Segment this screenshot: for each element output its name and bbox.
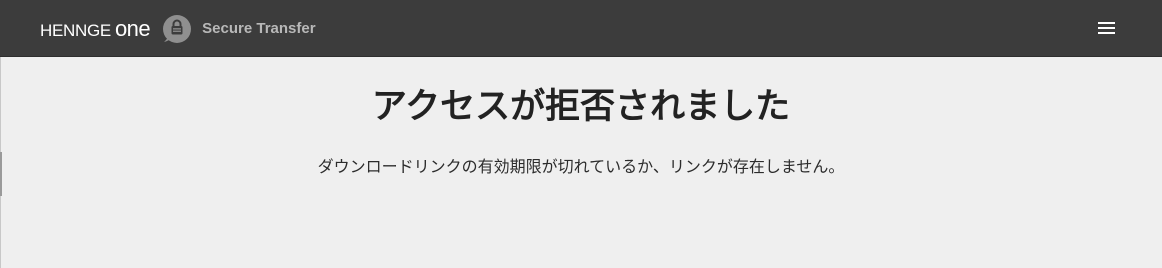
logo-one-mark: one <box>114 15 151 41</box>
page-title: アクセスが拒否されました <box>371 87 791 127</box>
app-name: Secure Transfer <box>202 20 316 37</box>
top-navigation-bar: HENNGE one Secure Transfer <box>0 0 1162 57</box>
secure-transfer-lock-icon <box>162 14 192 44</box>
error-message: ダウンロードリンクの有効期限が切れているか、リンクが存在しません。 <box>317 157 845 176</box>
hamburger-menu-icon[interactable] <box>1096 19 1118 37</box>
brand: HENNGE one Secure Transfer <box>40 0 316 57</box>
henngeone-logo[interactable]: HENNGE one <box>40 15 151 42</box>
logo-wordmark: HENNGE <box>40 20 111 40</box>
